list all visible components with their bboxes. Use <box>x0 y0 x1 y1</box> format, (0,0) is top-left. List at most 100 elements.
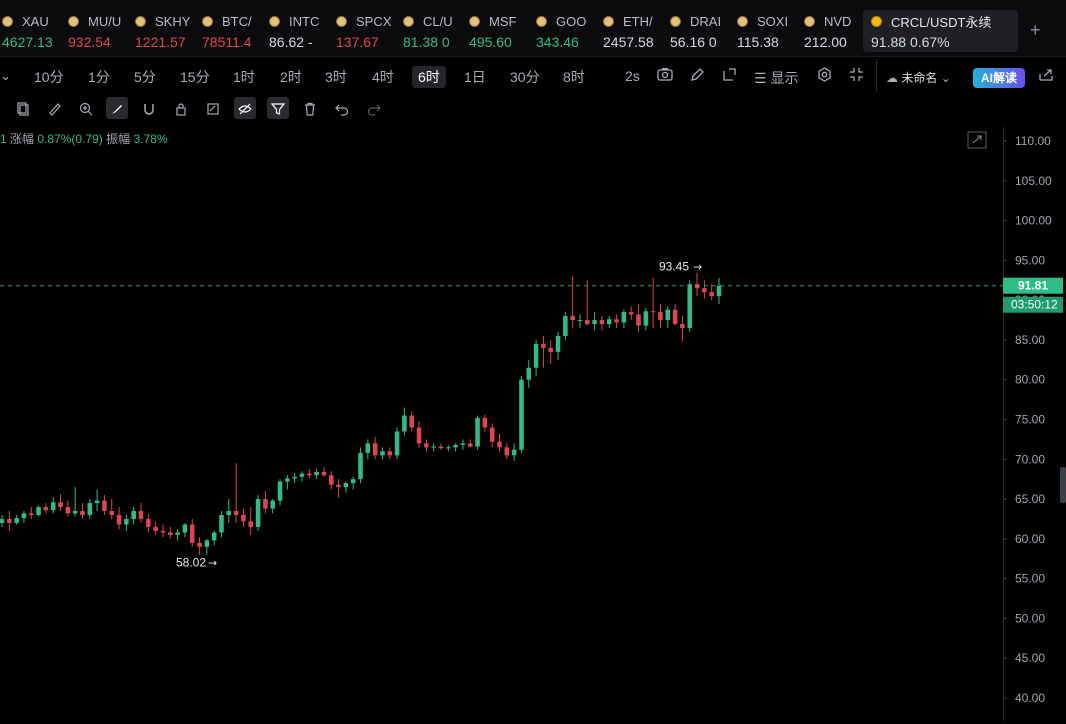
high-price-label: 93.45 <box>659 260 689 274</box>
timeframe-11[interactable]: 30分 <box>510 66 540 88</box>
price-axis[interactable]: 110.00105.00100.0095.0090.0085.0080.0075… <box>1003 127 1052 721</box>
undo-icon[interactable] <box>331 97 353 119</box>
price-chart[interactable]: 110.00105.00100.0095.0090.0085.0080.0075… <box>0 127 1066 721</box>
candle-body <box>80 511 85 515</box>
camera-icon[interactable] <box>657 67 673 84</box>
ticker-item[interactable]: NVD 212.00 <box>804 10 866 54</box>
lock-icon[interactable] <box>170 97 192 119</box>
candle-body <box>636 314 641 326</box>
ticker-item[interactable]: CL/U 81.38 0 <box>403 10 465 54</box>
candle-body <box>197 542 202 547</box>
timeframe-5[interactable]: 1时 <box>233 66 255 88</box>
timeframe-9[interactable]: 6时 <box>412 66 446 88</box>
candle-body <box>321 472 327 476</box>
maximize-chart-icon[interactable] <box>967 131 987 149</box>
add-ticker-icon[interactable]: + <box>1030 20 1041 41</box>
ticker-symbol: XAU <box>2 10 64 32</box>
timeframe-2[interactable]: 1分 <box>88 66 110 88</box>
ticker-price: 86.62 - <box>269 34 313 50</box>
gear-icon[interactable] <box>817 67 832 85</box>
timeframe-10[interactable]: 1日 <box>464 66 486 88</box>
candle-body <box>65 507 71 514</box>
indicators-button[interactable]: ☰ 显示 <box>754 68 798 88</box>
ticker-price: 81.38 0 <box>403 34 450 50</box>
ticker-item[interactable]: SKHY 1221.57 <box>135 10 197 54</box>
candle-body <box>577 320 583 322</box>
candle-body <box>658 312 663 321</box>
ticker-symbol-text: SOXI <box>757 13 789 29</box>
coin-icon <box>403 15 414 27</box>
ticker-price: 78511.4 <box>202 34 252 50</box>
candle-body <box>621 312 627 323</box>
ticker-bar: XAU 4627.13 MU/U 932.54 SKHY 1221.57 BTC/78511… <box>0 0 1066 57</box>
ticker-item[interactable]: INTC 86.62 - <box>269 10 331 54</box>
coin-icon <box>737 15 748 27</box>
ticker-symbol: ETH/ <box>603 10 665 32</box>
axis-drag-handle[interactable] <box>1060 467 1066 503</box>
y-tick-label: 70.00 <box>1015 452 1045 466</box>
timeframe-4[interactable]: 15分 <box>180 66 210 88</box>
candle-body <box>716 285 722 297</box>
timeframe-6[interactable]: 2时 <box>280 66 302 88</box>
ticker-symbol-text: SKHY <box>155 13 191 29</box>
copy-icon[interactable] <box>12 97 34 119</box>
trash-icon[interactable] <box>299 97 321 119</box>
edit-note-icon[interactable] <box>202 97 224 119</box>
ticker-item[interactable]: ETH/2457.58 <box>603 10 665 54</box>
ticker-item[interactable]: MU/U 932.54 <box>68 10 130 54</box>
timeframe-3[interactable]: 5分 <box>134 66 156 88</box>
zoom-in-icon[interactable] <box>75 97 97 119</box>
toolbar-divider <box>876 60 877 92</box>
candle-body <box>599 320 605 325</box>
candlestick-chart[interactable]: 110.00105.00100.0095.0090.0085.0080.0075… <box>0 127 1066 721</box>
magnet-icon[interactable] <box>138 97 160 119</box>
candle-body <box>709 292 714 297</box>
refresh-interval[interactable]: 2s <box>625 68 640 84</box>
share-icon[interactable] <box>1038 67 1054 85</box>
candle-body <box>255 499 261 527</box>
ticker-item[interactable]: GOO 343.46 <box>536 10 598 54</box>
candle-body <box>511 449 517 456</box>
candle-body <box>102 500 107 512</box>
collapse-icon[interactable] <box>849 67 864 85</box>
ticker-item[interactable]: DRAI 56.16 0 <box>670 10 732 54</box>
timeframe-12[interactable]: 8时 <box>563 66 585 88</box>
ticker-item[interactable]: SPCX 137.67 <box>336 10 398 54</box>
candle-body <box>292 476 297 479</box>
y-tick-label: 75.00 <box>1015 413 1045 427</box>
y-tick-label: 60.00 <box>1015 532 1045 546</box>
filter-icon[interactable] <box>267 97 289 119</box>
layout-name-button[interactable]: ☁ 未命名 ⌄ <box>886 69 951 86</box>
chevron-down-icon: ⌄ <box>937 71 951 85</box>
redo-icon[interactable] <box>363 97 385 119</box>
ticker-symbol: CL/U <box>403 10 465 32</box>
ai-analysis-button[interactable]: AI解读 <box>973 68 1025 88</box>
expand-icon[interactable] <box>722 67 737 85</box>
ticker-item[interactable]: MSF 495.60 <box>469 10 531 54</box>
list-icon: ☰ <box>754 70 771 86</box>
pencil-icon[interactable] <box>690 67 705 85</box>
ticker-item[interactable]: XAU 4627.13 <box>2 10 64 54</box>
active-ticker[interactable]: CRCL/USDT永续 91.88 0.67% <box>863 10 1018 52</box>
timeframe-7[interactable]: 3时 <box>325 66 347 88</box>
eye-hide-icon[interactable] <box>234 97 256 119</box>
chevron-down-icon[interactable]: ⌄ <box>0 68 11 84</box>
candle-body <box>0 518 5 523</box>
ruler-icon[interactable] <box>44 97 66 119</box>
ticker-item[interactable]: BTC/78511.4 <box>202 10 264 54</box>
timeframe-1[interactable]: 10分 <box>34 66 64 88</box>
ticker-price: 212.00 <box>804 34 847 50</box>
candle-body <box>358 452 363 480</box>
y-tick-label: 65.00 <box>1015 492 1045 506</box>
ticker-price: 115.38 <box>737 34 779 50</box>
ticker-symbol-text: INTC <box>289 13 320 29</box>
y-tick-label: 40.00 <box>1015 691 1045 705</box>
coin-icon <box>536 15 547 27</box>
brush-icon[interactable] <box>106 97 128 119</box>
ticker-symbol-text: XAU <box>22 13 49 29</box>
ticker-item[interactable]: SOXI 115.38 <box>737 10 799 54</box>
y-tick-label: 100.00 <box>1015 214 1052 228</box>
candle-body <box>204 540 210 547</box>
timeframe-8[interactable]: 4时 <box>372 66 394 88</box>
ticker-symbol-text: SPCX <box>356 13 392 29</box>
